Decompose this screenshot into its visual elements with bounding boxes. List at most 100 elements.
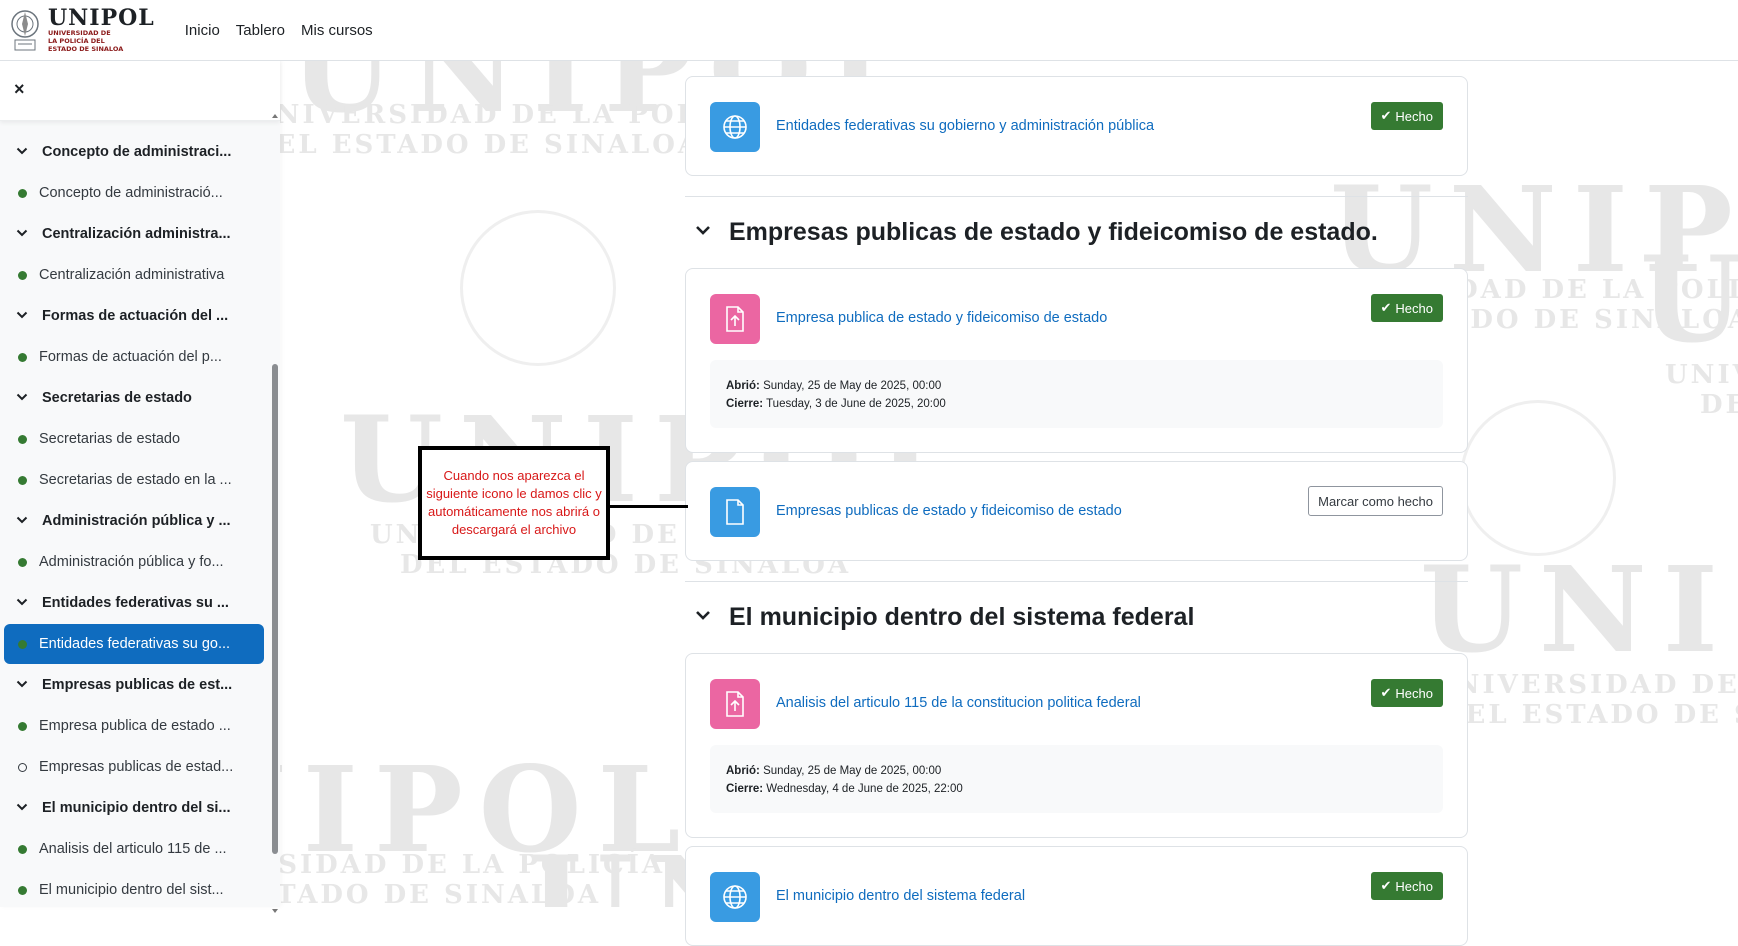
nav-link-inicio[interactable]: Inicio	[185, 22, 220, 39]
course-index-activity[interactable]: Centralización administrativa	[4, 255, 264, 295]
check-icon: ✔	[1380, 108, 1392, 123]
section-divider	[685, 581, 1468, 582]
course-index-section[interactable]: Empresas publicas de est...	[4, 665, 264, 705]
course-index-label: Secretarias de estado	[39, 431, 181, 447]
chevron-down-icon[interactable]	[16, 226, 28, 242]
course-index-activity[interactable]: Entidades federativas su go...	[4, 624, 264, 664]
completion-done-button[interactable]: ✔ Hecho	[1370, 872, 1443, 900]
completion-done-button[interactable]: ✔ Hecho	[1370, 102, 1443, 130]
scroll-down-arrow-icon[interactable]	[272, 909, 278, 913]
course-index-activity[interactable]: Concepto de administració...	[4, 173, 264, 213]
course-index-label: Empresa publica de estado ...	[39, 718, 231, 734]
course-index-label: Administración pública y fo...	[39, 554, 224, 570]
completion-done-label: Hecho	[1395, 108, 1433, 124]
site-logo[interactable]: UNIPOL UNIVERSIDAD DE LA POLICÍA DEL EST…	[10, 0, 155, 60]
drawer-scrollbar[interactable]	[272, 114, 278, 913]
logo-subtitle: LA POLICÍA DEL	[48, 37, 105, 45]
instruction-callout-text: Cuando nos aparezca el siguiente icono l…	[426, 468, 602, 537]
course-index-label: Secretarias de estado en la ...	[39, 472, 232, 488]
course-index-activity[interactable]: El municipio dentro del sist...	[4, 870, 264, 907]
activity-link[interactable]: Entidades federativas su gobierno y admi…	[776, 118, 1154, 134]
closes-date: Wednesday, 4 de June de 2025, 22:00	[766, 783, 963, 795]
activity-dates: Abrió: Sunday, 25 de May de 2025, 00:00 …	[710, 360, 1443, 428]
course-index-activity[interactable]: Analisis del articulo 115 de ...	[4, 829, 264, 869]
scroll-up-arrow-icon[interactable]	[272, 114, 278, 118]
globe-icon[interactable]	[710, 872, 760, 922]
course-index-label: Administración pública y ...	[42, 513, 231, 529]
assignment-upload-icon[interactable]	[710, 294, 760, 344]
course-index-label: Formas de actuación del ...	[42, 308, 229, 324]
nav-link-mis-cursos[interactable]: Mis cursos	[301, 22, 373, 39]
logo-name: UNIPOL	[48, 5, 155, 31]
activity-link[interactable]: El municipio dentro del sistema federal	[776, 888, 1025, 904]
course-index-label: Concepto de administraci...	[42, 144, 232, 160]
activity-link[interactable]: Empresa publica de estado y fideicomiso …	[776, 310, 1107, 326]
check-icon: ✔	[1380, 685, 1392, 700]
course-index-label: Secretarias de estado	[42, 390, 192, 406]
file-icon[interactable]	[710, 487, 760, 537]
course-index-activity[interactable]: Empresa publica de estado ...	[4, 706, 264, 746]
assignment-upload-icon[interactable]	[710, 679, 760, 729]
globe-icon[interactable]	[710, 102, 760, 152]
course-index-label: Concepto de administració...	[39, 185, 223, 201]
activity-card: El municipio dentro del sistema federal …	[685, 846, 1468, 946]
chevron-down-icon[interactable]	[16, 800, 28, 816]
completed-status-icon	[18, 721, 27, 731]
primary-navigation: Inicio Tablero Mis cursos	[185, 22, 373, 39]
section-divider	[685, 196, 1468, 197]
check-icon: ✔	[1380, 878, 1392, 893]
chevron-down-icon[interactable]	[16, 595, 28, 611]
activity-link[interactable]: Analisis del articulo 115 de la constitu…	[776, 695, 1141, 711]
activity-card: Analisis del articulo 115 de la constitu…	[685, 653, 1468, 838]
course-index-label: El municipio dentro del si...	[42, 800, 231, 816]
course-index-section[interactable]: Centralización administra...	[4, 214, 264, 254]
course-index-activity[interactable]: Empresas publicas de estad...	[4, 747, 264, 787]
chevron-down-icon[interactable]	[16, 144, 28, 160]
course-index-label: Empresas publicas de est...	[42, 677, 233, 693]
course-index-label: Formas de actuación del p...	[39, 349, 222, 365]
chevron-down-icon[interactable]	[695, 224, 713, 242]
scrollbar-thumb[interactable]	[272, 364, 278, 854]
watermark-text: UNIPOL	[1640, 230, 1738, 369]
logo-subtitle: UNIVERSIDAD DE	[48, 29, 111, 37]
course-index-section[interactable]: Formas de actuación del ...	[4, 296, 264, 336]
course-index-activity[interactable]: Administración pública y fo...	[4, 542, 264, 582]
course-index-label: Entidades federativas su ...	[42, 595, 229, 611]
nav-link-tablero[interactable]: Tablero	[236, 22, 285, 39]
course-index-activity[interactable]: Formas de actuación del p...	[4, 337, 264, 377]
close-icon[interactable]: ×	[14, 79, 34, 99]
completed-status-icon	[18, 475, 27, 485]
course-index-section[interactable]: El municipio dentro del si...	[4, 788, 264, 828]
activity-link[interactable]: Empresas publicas de estado y fideicomis…	[776, 503, 1122, 519]
watermark-text: DEL ESTADO DE SINALOA	[250, 130, 702, 160]
course-index-list: Concepto de administraci... Concepto de a…	[0, 124, 270, 907]
instruction-callout: Cuando nos aparezca el siguiente icono l…	[418, 446, 610, 560]
chevron-down-icon[interactable]	[695, 609, 713, 627]
mark-as-done-button[interactable]: Marcar como hecho	[1308, 486, 1443, 516]
logo-subtitle: ESTADO DE SINALOA	[48, 45, 124, 53]
course-index-activity[interactable]: Secretarias de estado en la ...	[4, 460, 264, 500]
course-index-section[interactable]: Entidades federativas su ...	[4, 583, 264, 623]
course-index-section[interactable]: Concepto de administraci...	[4, 132, 264, 172]
completion-done-label: Hecho	[1395, 878, 1433, 894]
completed-status-icon	[18, 557, 27, 567]
completion-done-button[interactable]: ✔ Hecho	[1370, 679, 1443, 707]
course-index-label: Entidades federativas su go...	[39, 636, 231, 652]
chevron-down-icon[interactable]	[16, 390, 28, 406]
chevron-down-icon[interactable]	[16, 677, 28, 693]
course-index-activity[interactable]: Secretarias de estado	[4, 419, 264, 459]
seal-icon	[11, 10, 39, 51]
activity-dates: Abrió: Sunday, 25 de May de 2025, 00:00 …	[710, 745, 1443, 813]
chevron-down-icon[interactable]	[16, 513, 28, 529]
watermark-text: DEL ESTADO DE SINALOA	[1700, 390, 1738, 420]
section-header[interactable]: El municipio dentro del sistema federal	[695, 603, 1194, 632]
completed-status-icon	[18, 352, 27, 362]
completed-status-icon	[18, 434, 27, 444]
section-header[interactable]: Empresas publicas de estado y fideicomis…	[695, 218, 1378, 247]
opened-date: Sunday, 25 de May de 2025, 00:00	[763, 380, 942, 392]
opened-date: Sunday, 25 de May de 2025, 00:00	[763, 765, 942, 777]
course-index-section[interactable]: Administración pública y ...	[4, 501, 264, 541]
completion-done-button[interactable]: ✔ Hecho	[1370, 294, 1443, 322]
chevron-down-icon[interactable]	[16, 308, 28, 324]
course-index-section[interactable]: Secretarias de estado	[4, 378, 264, 418]
